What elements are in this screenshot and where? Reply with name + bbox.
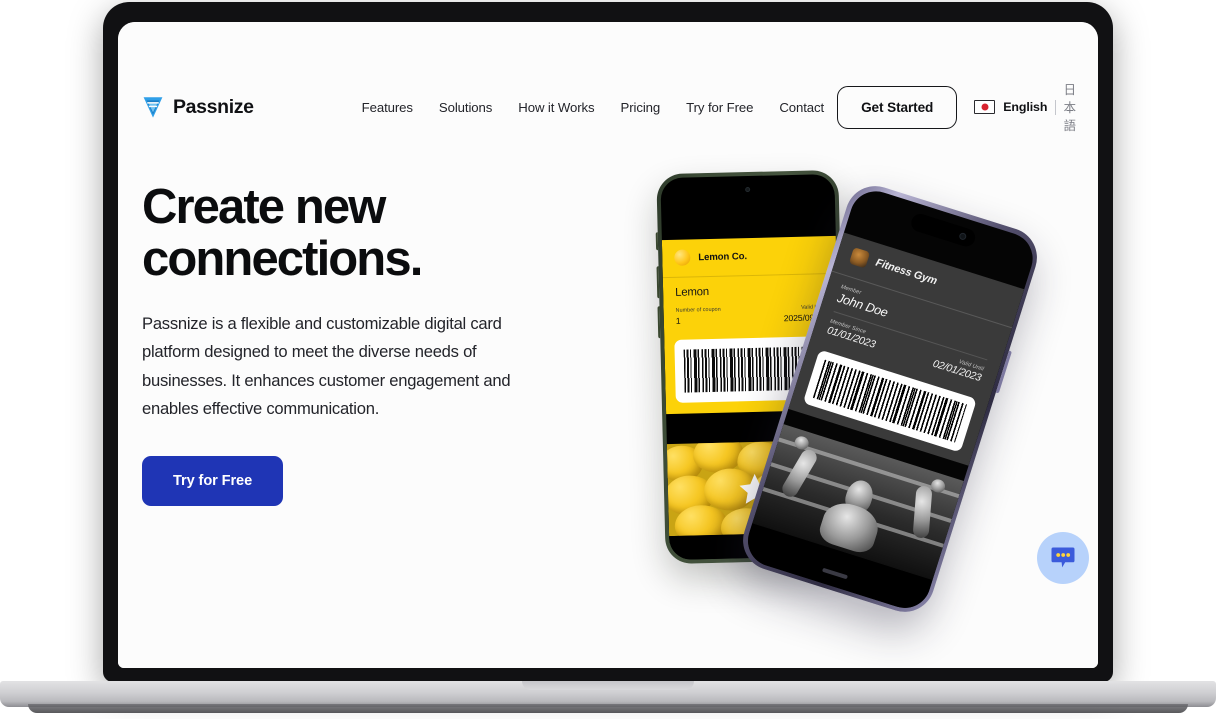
home-indicator — [822, 567, 849, 579]
site-header: Passnize Features Solutions How it Works… — [118, 77, 1098, 137]
phone-volume-up-button — [656, 266, 660, 299]
coupon-count-block: Number of coupon 1 — [676, 307, 722, 326]
website-page: Passnize Features Solutions How it Works… — [118, 22, 1098, 668]
front-camera-icon — [958, 231, 968, 241]
coupon-product-name: Lemon — [675, 286, 710, 299]
nav-item-pricing[interactable]: Pricing — [608, 94, 674, 121]
nav-item-solutions[interactable]: Solutions — [426, 94, 505, 121]
brand-name: Passnize — [173, 95, 254, 118]
nav-item-contact[interactable]: Contact — [766, 94, 837, 121]
lemon-logo-icon — [674, 249, 691, 266]
laptop-base-notch — [522, 681, 694, 690]
header-actions: Get Started English 日本語 — [837, 80, 1077, 134]
nav-item-try-for-free[interactable]: Try for Free — [673, 94, 766, 121]
language-option-english[interactable]: English — [1003, 100, 1047, 114]
dynamic-island — [909, 211, 978, 249]
laptop-foot-shadow — [28, 704, 1188, 713]
gym-logo-icon — [848, 246, 870, 268]
passnize-triangle-logo-icon — [143, 96, 163, 118]
nav-item-how-it-works[interactable]: How it Works — [505, 94, 607, 121]
main-navigation: Features Solutions How it Works Pricing … — [349, 94, 837, 121]
laptop-mockup: Passnize Features Solutions How it Works… — [0, 0, 1216, 719]
hero-subtitle: Passnize is a flexible and customizable … — [142, 313, 511, 419]
flag-japan-icon — [974, 100, 996, 114]
coupon-brand-name: Lemon Co. — [698, 250, 748, 263]
hero-title: Create new connections. — [142, 180, 423, 286]
coupon-card-header: Lemon Co. — [661, 235, 837, 279]
membership-brand-name: Fitness Gym — [874, 256, 939, 288]
hero-phone-mockups: Lemon Co. Lemon Number of coupon 1 Valid… — [623, 147, 1093, 620]
phone-mute-switch — [655, 232, 659, 251]
language-option-japanese[interactable]: 日本語 — [1064, 80, 1077, 134]
laptop-screen: Passnize Features Solutions How it Works… — [118, 22, 1098, 668]
try-for-free-button[interactable]: Try for Free — [142, 456, 284, 506]
coupon-count-label: Number of coupon — [675, 306, 721, 314]
chat-widget-button[interactable] — [1037, 532, 1089, 584]
hero-copy: Create new connections. Passnize is a fl… — [142, 180, 562, 506]
get-started-button[interactable]: Get Started — [837, 85, 958, 129]
phone-volume-down-button — [656, 306, 661, 339]
language-switcher: English 日本語 — [974, 80, 1076, 134]
coupon-count-value: 1 — [675, 315, 681, 326]
nav-item-features[interactable]: Features — [349, 94, 426, 121]
chat-bubble-icon — [1051, 547, 1075, 568]
brand-logo[interactable]: Passnize — [142, 96, 254, 119]
coupon-meta-row: Number of coupon 1 Valid Until 2025/09/0… — [676, 304, 826, 326]
